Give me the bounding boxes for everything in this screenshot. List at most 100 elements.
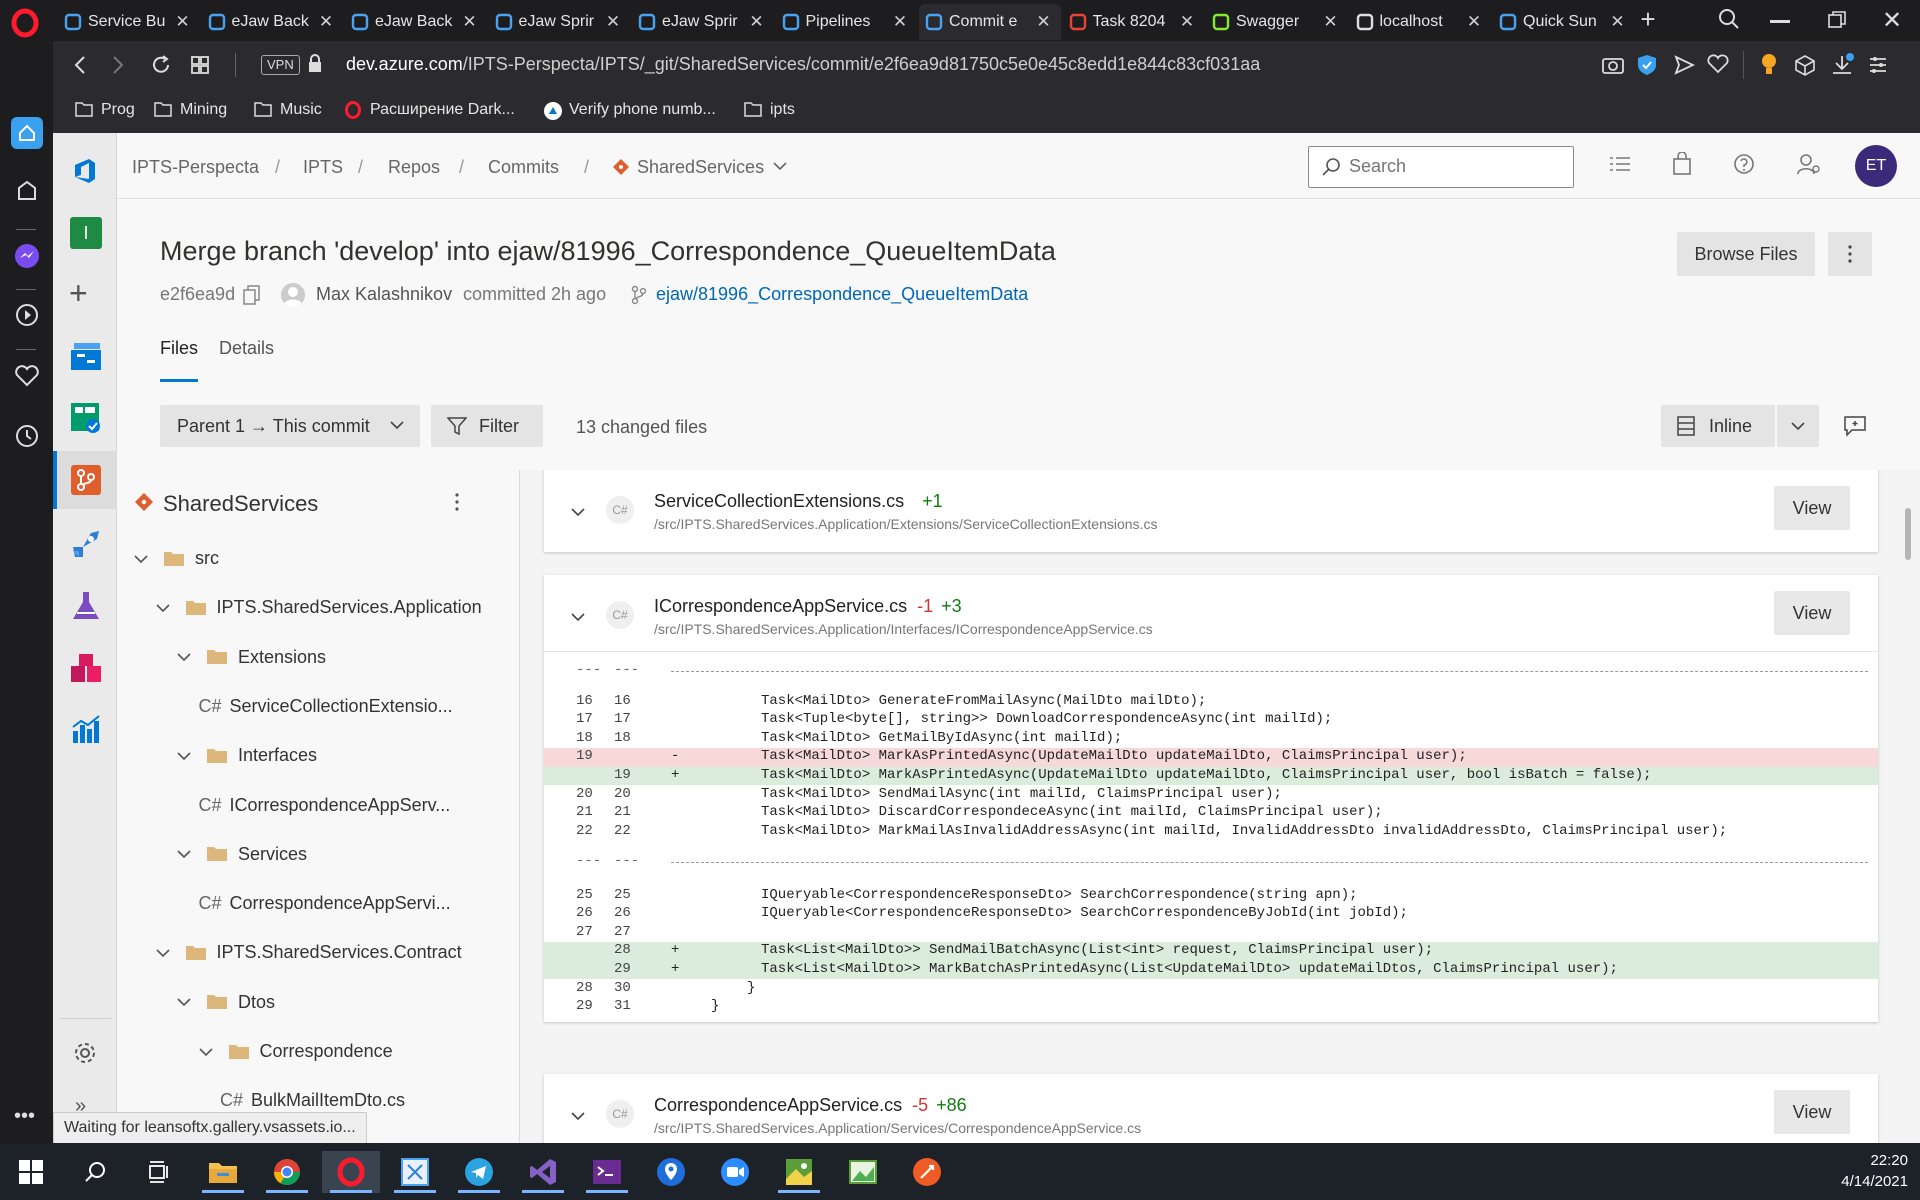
lock-icon[interactable]	[307, 54, 323, 74]
file-card-header[interactable]: C# ICorrespondenceAppService.cs -1 +3 /src…	[544, 575, 1878, 651]
boards-overview-icon[interactable]	[69, 338, 103, 372]
bulb-icon[interactable]	[1759, 52, 1779, 78]
chevron-down-icon[interactable]	[773, 161, 787, 171]
vpn-badge[interactable]: VPN	[261, 55, 300, 75]
chevron-down-icon[interactable]	[176, 649, 192, 665]
tree-folder[interactable]: Extensions	[176, 647, 326, 668]
reload-icon[interactable]	[150, 54, 172, 76]
close-tab-icon[interactable]: ✕	[604, 12, 622, 32]
system-clock[interactable]: 22:20 4/14/2021	[1841, 1150, 1908, 1192]
close-tab-icon[interactable]: ✕	[1178, 12, 1196, 32]
speed-dial-icon[interactable]	[12, 176, 42, 206]
file-card-header[interactable]: C# ServiceCollectionExtensions.cs +1 /src…	[544, 470, 1878, 546]
branch-link[interactable]: ejaw/81996_Correspondence_QueueItemData	[656, 284, 1028, 305]
browser-tab[interactable]: Quick Sun ✕	[1493, 4, 1635, 40]
browser-tab[interactable]: Task 8204 ✕	[1063, 4, 1205, 40]
tree-more-icon[interactable]	[455, 492, 459, 512]
tree-folder[interactable]: Correspondence	[198, 1041, 393, 1062]
chevron-down-icon[interactable]	[198, 1044, 214, 1060]
tree-file[interactable]: C# CorrespondenceAppServi...	[199, 893, 451, 914]
task-view-icon[interactable]	[130, 1151, 188, 1193]
view-file-button[interactable]: View	[1774, 486, 1850, 530]
search-input[interactable]	[1349, 156, 1564, 177]
minimize-icon[interactable]	[1770, 20, 1790, 23]
browser-tab[interactable]: Commit e ✕	[919, 4, 1061, 40]
opera-taskbar-icon[interactable]	[322, 1151, 380, 1193]
player-icon[interactable]	[12, 300, 42, 330]
boards-icon[interactable]	[69, 401, 103, 435]
user-settings-icon[interactable]	[1797, 153, 1821, 175]
postman-icon[interactable]	[898, 1151, 956, 1193]
parent-commit-dropdown[interactable]: Parent 1 → This commit	[160, 405, 420, 447]
photos-icon[interactable]	[770, 1151, 828, 1193]
close-tab-icon[interactable]: ✕	[891, 12, 909, 32]
snipping-tool-icon[interactable]	[386, 1151, 444, 1193]
tree-file[interactable]: C# ICorrespondenceAppServ...	[199, 795, 451, 816]
visual-studio-icon[interactable]	[514, 1151, 572, 1193]
bookmark-item[interactable]: Music	[254, 101, 322, 119]
send-icon[interactable]	[1673, 54, 1695, 76]
camera-icon[interactable]	[1601, 54, 1625, 76]
copy-icon[interactable]	[243, 285, 261, 305]
browse-files-button[interactable]: Browse Files	[1677, 232, 1815, 276]
easy-setup-icon[interactable]	[1867, 54, 1889, 76]
windows-start-icon[interactable]	[2, 1151, 60, 1193]
bookmark-item[interactable]: Mining	[154, 101, 227, 119]
search-box[interactable]	[1308, 146, 1574, 188]
tree-file[interactable]: C# ServiceCollectionExtensio...	[199, 696, 453, 717]
bookmark-item[interactable]: ipts	[744, 101, 795, 119]
breadcrumb-repo[interactable]: SharedServices	[637, 157, 764, 178]
more-actions-button[interactable]	[1828, 232, 1872, 276]
close-tab-icon[interactable]: ✕	[317, 12, 335, 32]
tree-folder[interactable]: IPTS.SharedServices.Application	[155, 597, 482, 618]
collapse-chevron-icon[interactable]	[570, 1108, 586, 1124]
close-window-icon[interactable]: ✕	[1882, 6, 1902, 35]
telegram-icon[interactable]	[450, 1151, 508, 1193]
chevron-down-icon[interactable]	[176, 846, 192, 862]
commit-hash[interactable]: e2f6ea9d	[160, 284, 235, 305]
view-mode-button[interactable]: Inline	[1661, 405, 1775, 447]
file-card-header[interactable]: C# CorrespondenceAppService.cs -5 +86 /src…	[544, 1074, 1878, 1143]
list-icon[interactable]	[1609, 155, 1631, 175]
history-clock-icon[interactable]	[12, 421, 42, 451]
analytics-icon[interactable]	[69, 713, 103, 747]
browser-tab[interactable]: Pipelines ✕	[776, 4, 918, 40]
diff-scrollbar-thumb[interactable]	[1905, 508, 1911, 560]
chevron-down-icon[interactable]	[155, 600, 171, 616]
tree-folder[interactable]: Dtos	[176, 992, 275, 1013]
breadcrumb-project[interactable]: IPTS	[303, 157, 343, 178]
close-tab-icon[interactable]: ✕	[748, 12, 766, 32]
chevron-down-icon[interactable]	[155, 945, 171, 961]
collapse-chevron-icon[interactable]	[570, 504, 586, 520]
paint-icon[interactable]	[834, 1151, 892, 1193]
browser-tab[interactable]: eJaw Back ✕	[202, 4, 344, 40]
taskbar-search-icon[interactable]	[66, 1151, 124, 1193]
forward-icon[interactable]	[106, 54, 128, 76]
pipelines-icon[interactable]	[69, 527, 103, 561]
file-name[interactable]: ICorrespondenceAppService.cs -1 +3	[654, 596, 962, 617]
home-icon[interactable]	[11, 117, 43, 149]
bookmark-item[interactable]: Расширение Dark...	[344, 101, 515, 119]
browser-tab[interactable]: localhost ✕	[1350, 4, 1492, 40]
project-badge[interactable]: I	[70, 217, 102, 249]
opera-logo-icon[interactable]	[10, 8, 40, 38]
azure-devops-logo-icon[interactable]	[69, 155, 101, 187]
tab-details[interactable]: Details	[219, 338, 274, 359]
tree-folder[interactable]: src	[133, 548, 219, 569]
file-explorer-icon[interactable]	[194, 1151, 252, 1193]
url-field[interactable]: dev.azure.com/IPTS-Perspecta/IPTS/_git/S…	[346, 54, 1260, 75]
more-dots-icon[interactable]: •••	[14, 1105, 35, 1128]
repos-icon[interactable]	[69, 463, 103, 497]
file-name[interactable]: CorrespondenceAppService.cs -5 +86	[654, 1095, 967, 1116]
cube-icon[interactable]	[1794, 54, 1816, 76]
commit-author[interactable]: Max Kalashnikov	[316, 284, 452, 305]
messenger-icon[interactable]	[12, 241, 42, 271]
heart-icon[interactable]	[12, 361, 42, 391]
breadcrumb-repos[interactable]: Repos	[388, 157, 440, 178]
add-icon[interactable]: +	[69, 277, 88, 309]
close-tab-icon[interactable]: ✕	[1609, 12, 1627, 32]
close-tab-icon[interactable]: ✕	[461, 12, 479, 32]
browser-tab[interactable]: eJaw Back ✕	[345, 4, 487, 40]
tree-folder[interactable]: IPTS.SharedServices.Contract	[155, 942, 462, 963]
chevron-down-icon[interactable]	[133, 551, 149, 567]
